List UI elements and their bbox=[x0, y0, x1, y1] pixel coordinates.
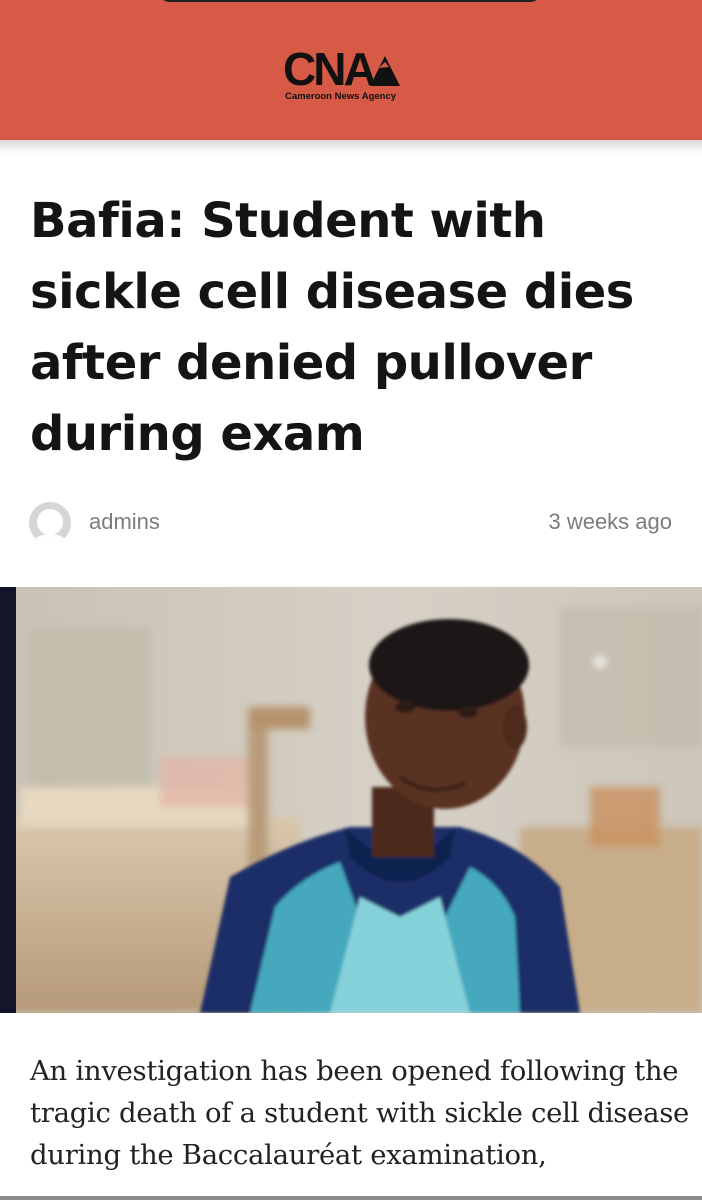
article-body: An investigation has been opened followi… bbox=[30, 1055, 689, 1171]
article-author[interactable]: admins bbox=[89, 509, 160, 535]
article-photo bbox=[0, 587, 702, 1013]
article-title: Bafia: Student with sickle cell disease … bbox=[30, 193, 634, 462]
article-timestamp: 3 weeks ago bbox=[548, 509, 672, 534]
article-photo-illustration bbox=[0, 587, 702, 1013]
site-logo[interactable]: CNA Cameroon News Agency bbox=[283, 46, 413, 108]
user-avatar-icon[interactable] bbox=[29, 502, 71, 544]
header-shadow bbox=[0, 140, 702, 154]
logo-mark: CNA bbox=[283, 43, 377, 95]
avatar-silhouette-icon bbox=[29, 502, 71, 544]
device-notch bbox=[158, 0, 542, 2]
logo-subtitle: Cameroon News Agency bbox=[285, 91, 397, 102]
logo-peak-icon bbox=[370, 56, 400, 86]
photo-edge-bar bbox=[0, 587, 16, 1013]
bottom-scroll-bar bbox=[0, 1196, 702, 1200]
site-header: CNA Cameroon News Agency bbox=[0, 0, 702, 140]
